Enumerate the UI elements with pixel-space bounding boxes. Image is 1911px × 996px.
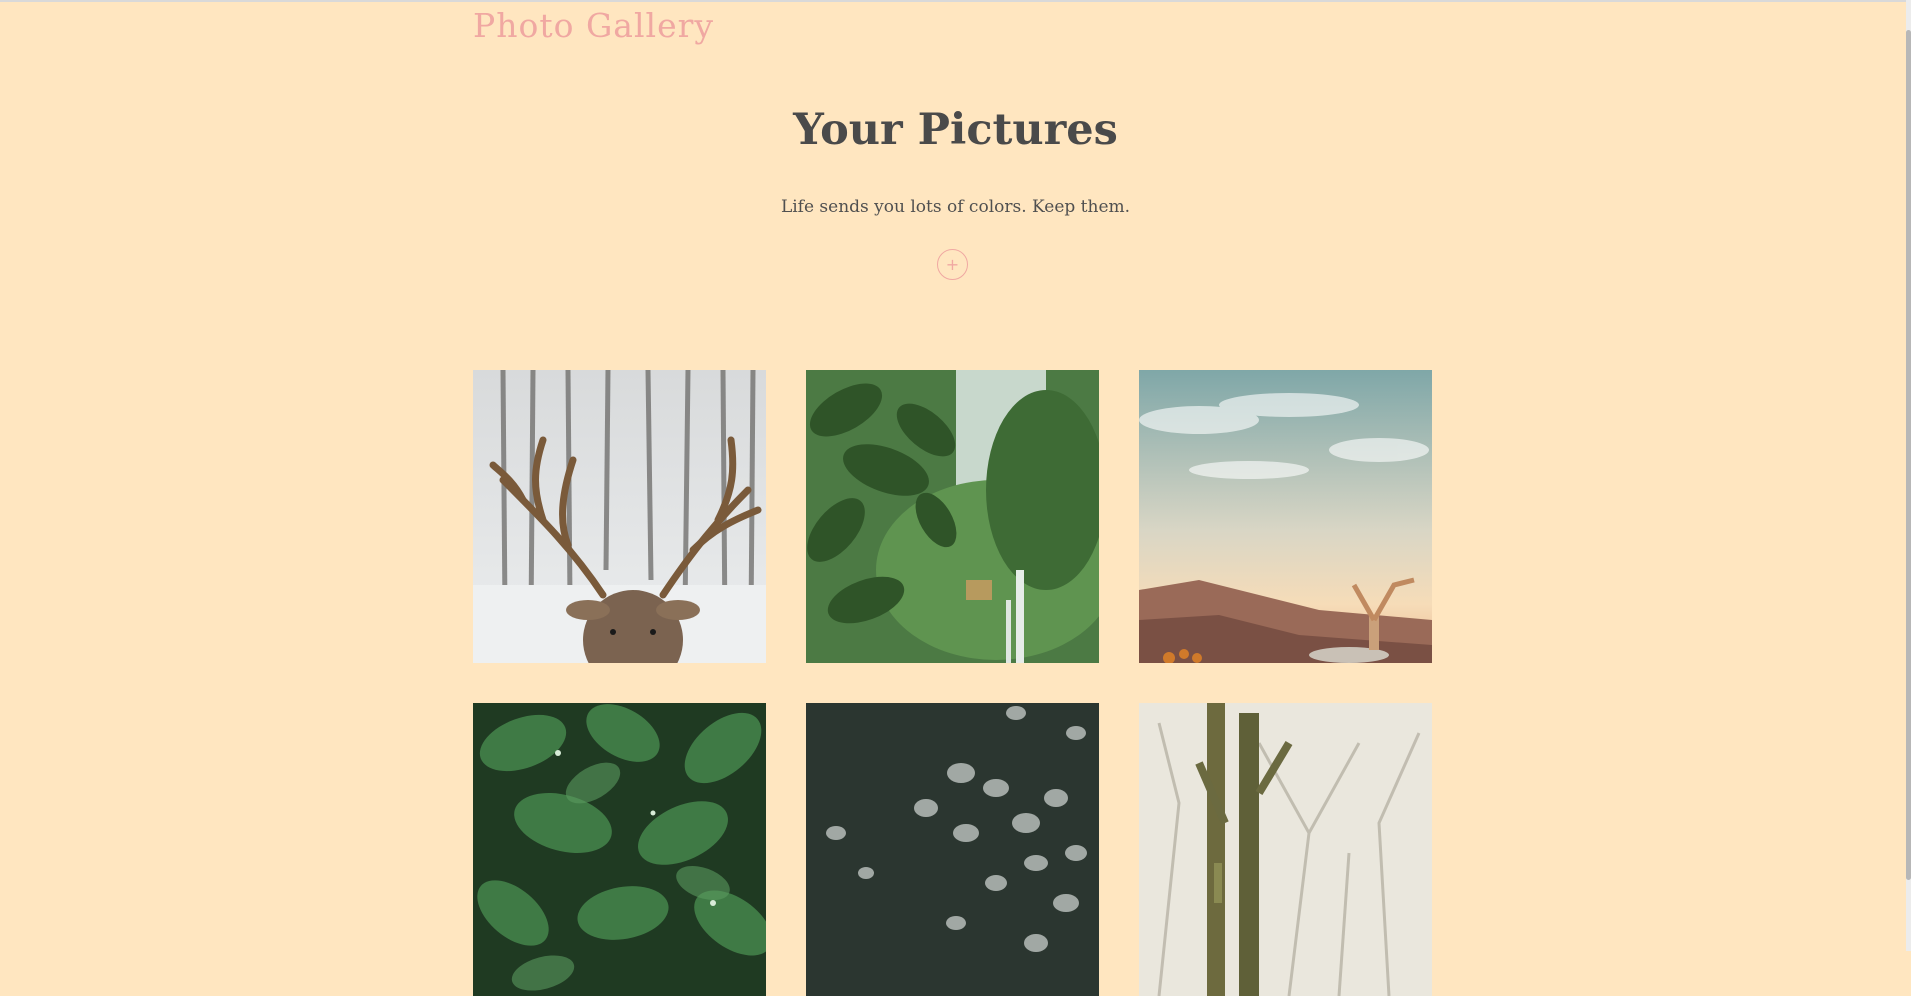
photo-deer[interactable] [473,370,766,663]
window-top-border [0,0,1911,2]
jungle-image [806,370,1099,663]
deer-image [473,370,766,663]
page-subtitle: Life sends you lots of colors. Keep them… [780,197,1131,217]
handstand-image [1139,370,1432,663]
mossy-trees-image [1139,703,1432,996]
jellyfish-image [806,703,1099,996]
vertical-scrollbar[interactable] [1906,0,1911,951]
photo-green-leaves[interactable] [473,703,766,996]
photo-jungle-waterfall[interactable] [806,370,1099,663]
add-photo-button[interactable]: + [937,249,968,280]
photo-jellyfish[interactable] [806,703,1099,996]
photo-mossy-forest[interactable] [1139,703,1432,996]
photo-handstand-cliff[interactable] [1139,370,1432,663]
plus-icon: + [945,254,960,274]
leaves-image [473,703,766,996]
scrollbar-thumb[interactable] [1906,30,1911,880]
brand-logo[interactable]: Photo Gallery [473,6,714,45]
page-title: Your Pictures [793,105,1118,155]
